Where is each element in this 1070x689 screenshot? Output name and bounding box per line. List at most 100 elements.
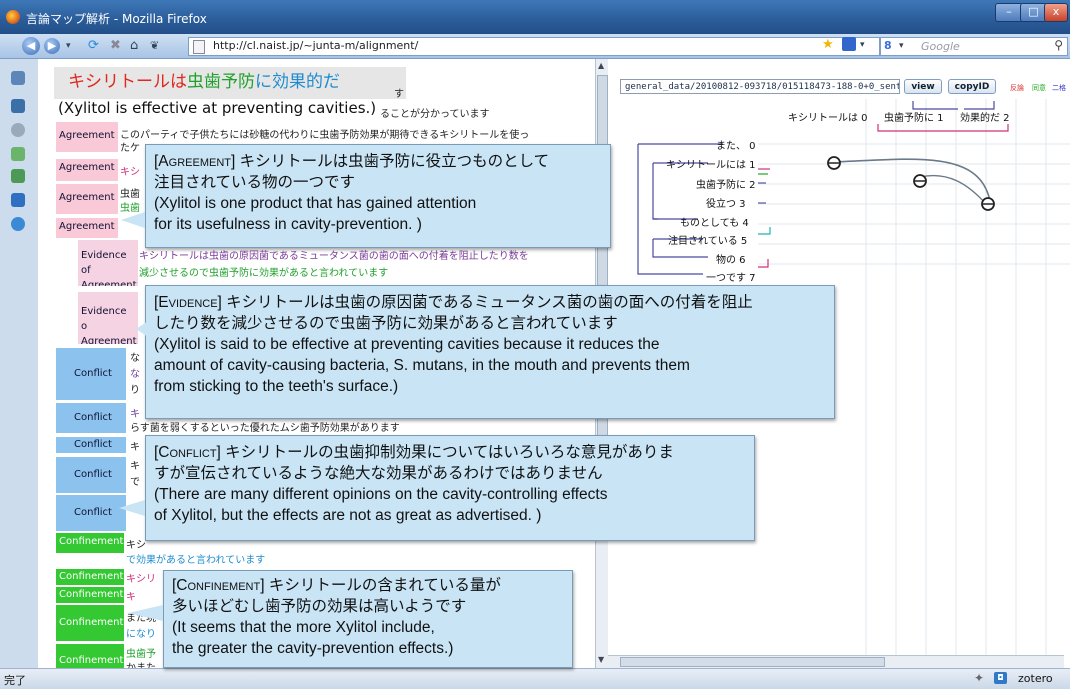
topic-part-subject: キシリトールは bbox=[68, 72, 187, 92]
topic-part-predicate: に効果的だ bbox=[255, 72, 340, 92]
sentence-text: らす菌を弱くするといった優れたムシ歯予防効果があります bbox=[130, 423, 400, 434]
chunk-label: 虫歯予防に 1 bbox=[884, 113, 944, 124]
history-icon[interactable] bbox=[11, 99, 25, 113]
bookmarks-icon[interactable] bbox=[11, 71, 25, 85]
conflict-callout: [Conflict] キシリトールの虫歯抑制効果についてはいろいろな意見がありま… bbox=[145, 435, 755, 541]
google-icon[interactable]: 8 bbox=[884, 39, 892, 52]
page-icon bbox=[193, 40, 205, 54]
clock-icon[interactable] bbox=[11, 123, 25, 137]
callout-pointer bbox=[119, 500, 145, 516]
conflict-label[interactable]: Conflict bbox=[56, 495, 126, 531]
engine-dropdown-icon[interactable]: ▾ bbox=[899, 41, 904, 51]
sentence-text: 虫歯予 bbox=[126, 649, 156, 660]
info-icon[interactable] bbox=[11, 217, 25, 231]
scroll-up-icon[interactable]: ▲ bbox=[598, 61, 604, 70]
maximize-button[interactable]: □ bbox=[1020, 3, 1047, 22]
search-icon[interactable]: ⚲ bbox=[1054, 38, 1063, 52]
addon-status-icon[interactable]: ✦ bbox=[974, 671, 984, 685]
url-bar[interactable]: http://cl.naist.jp/~junta-m/alignment/ bbox=[188, 37, 880, 56]
sentence-text: キ bbox=[126, 592, 136, 603]
agreement-label[interactable]: Agreement bbox=[56, 184, 118, 214]
chunk-label: 効果的だ 2 bbox=[960, 113, 1010, 124]
navigation-toolbar: ◀ ▶ ▾ ⟳ ✖ ⌂ ❦ http://cl.naist.jp/~junta-… bbox=[0, 34, 1070, 59]
status-text: 完了 bbox=[4, 674, 26, 687]
horizontal-scrollbar[interactable] bbox=[608, 655, 1064, 669]
topic-title: キシリトールは虫歯予防に効果的だ bbox=[54, 67, 406, 99]
stop-icon[interactable]: ✖ bbox=[110, 38, 121, 53]
callout-text: for its usefulness in cavity-prevention.… bbox=[154, 216, 422, 233]
evidence-label[interactable]: Evidence of Agreement bbox=[78, 240, 138, 286]
forward-arrow-icon[interactable]: ▶ bbox=[44, 38, 60, 54]
chunk-label: ものとしても 4 bbox=[680, 218, 749, 229]
callout-tag: [Agreement] bbox=[154, 153, 236, 170]
callout-text: of Xylitol, but the effects are not as g… bbox=[154, 507, 542, 524]
list-item: す bbox=[394, 89, 404, 100]
chunk-label: 注目されている 5 bbox=[668, 236, 748, 247]
zotero-button[interactable]: zotero bbox=[1018, 672, 1053, 685]
confinement-label[interactable]: Confinement bbox=[56, 644, 124, 668]
sentence-text: キシリトールは虫歯の原因菌であるミュータンス菌の歯の面への付着を阻止したり数を bbox=[139, 251, 529, 262]
tools-icon[interactable] bbox=[11, 193, 25, 207]
sentence-text: キ bbox=[130, 442, 140, 453]
feed-dropdown-icon[interactable]: ▾ bbox=[860, 40, 865, 50]
callout-text: 注目されている物の一つです bbox=[154, 174, 356, 191]
callout-text: the greater the cavity-prevention effect… bbox=[172, 640, 454, 657]
history-dropdown-icon[interactable]: ▾ bbox=[66, 41, 71, 51]
sentence-text: になり bbox=[126, 629, 156, 640]
list-item: このパーティで子供たちには砂糖の代わりに虫歯予防効果が期待できるキシリトールを使… bbox=[120, 130, 530, 141]
callout-pointer bbox=[121, 212, 145, 228]
feed-icon[interactable] bbox=[842, 37, 856, 51]
confinement-label[interactable]: Confinement bbox=[56, 605, 124, 641]
callout-text: すが宣伝されているような絶大な効果があるわけではありません bbox=[154, 465, 603, 482]
callout-text: (Xylitol is said to be effective at prev… bbox=[154, 336, 660, 353]
topic-translation: (Xylitol is effective at preventing cavi… bbox=[58, 99, 377, 117]
callout-text: amount of cavity-causing bacteria, S. mu… bbox=[154, 357, 690, 374]
sentence-text: キシ bbox=[126, 540, 146, 551]
back-arrow-icon[interactable]: ◀ bbox=[22, 37, 40, 55]
callout-text: したり数を減少させるので虫歯予防に効果があると言われています bbox=[154, 315, 618, 332]
addon-icon[interactable]: ❦ bbox=[150, 39, 159, 52]
callout-text: キシリトールは虫歯の原因菌であるミュータンス菌の歯の面への付着を阻止 bbox=[221, 294, 753, 311]
home-icon[interactable]: ⌂ bbox=[130, 38, 138, 53]
list-item: ることが分かっています bbox=[380, 109, 490, 120]
sentence-text: 減少させるので虫歯予防に効果があると言われています bbox=[139, 268, 389, 279]
download-icon[interactable] bbox=[11, 147, 25, 161]
evidence-label[interactable]: Evidence o Agreement bbox=[78, 292, 138, 344]
sentence-text: り bbox=[130, 385, 140, 396]
status-bar: 完了 ✦ ◘ zotero bbox=[0, 668, 1070, 689]
bookmark-star-icon[interactable]: ★ bbox=[822, 37, 834, 52]
callout-tag: [Conflict] bbox=[154, 444, 221, 461]
callout-tag: [Confinement] bbox=[172, 577, 265, 594]
callout-text: (It seems that the more Xylitol include, bbox=[172, 619, 435, 636]
conflict-label[interactable]: Conflict bbox=[56, 348, 126, 400]
close-button[interactable]: x bbox=[1044, 3, 1068, 22]
sidebar bbox=[0, 59, 39, 668]
search-box[interactable]: 8 ▾ Google ⚲ bbox=[880, 37, 1068, 56]
sync-icon[interactable]: ◘ bbox=[994, 672, 1007, 684]
agreement-callout: [Agreement] キシリトールは虫歯予防に役立つものとして 注目されている… bbox=[145, 144, 611, 248]
sentence-text: キ bbox=[130, 461, 140, 472]
callout-pointer bbox=[128, 605, 163, 621]
confinement-label[interactable]: Confinement bbox=[56, 533, 124, 553]
confinement-label[interactable]: Confinement bbox=[56, 569, 124, 585]
agreement-label[interactable]: Agreement bbox=[56, 159, 118, 181]
sentence-text: キシ bbox=[120, 167, 140, 178]
confinement-label[interactable]: Confinement bbox=[56, 587, 124, 603]
scroll-down-icon[interactable]: ▼ bbox=[598, 655, 604, 664]
url-text: http://cl.naist.jp/~junta-m/alignment/ bbox=[213, 39, 419, 52]
agreement-label[interactable]: Agreement bbox=[56, 122, 118, 152]
callout-text: (Xylitol is one product that has gained … bbox=[154, 195, 477, 212]
sentence-text: キ bbox=[130, 409, 140, 420]
agreement-label[interactable]: Agreement bbox=[56, 218, 118, 238]
callout-tag: [Evidence] bbox=[154, 294, 222, 311]
addons-icon[interactable] bbox=[11, 169, 25, 183]
conflict-label[interactable]: Conflict bbox=[56, 437, 126, 453]
sentence-text: キシリ bbox=[126, 574, 156, 585]
firefox-icon bbox=[6, 10, 20, 24]
conflict-label[interactable]: Conflict bbox=[56, 403, 126, 433]
scrollbar-thumb[interactable] bbox=[620, 657, 885, 667]
minimize-button[interactable]: – bbox=[995, 3, 1023, 22]
callout-pointer bbox=[136, 321, 148, 337]
reload-icon[interactable]: ⟳ bbox=[88, 38, 99, 53]
conflict-label[interactable]: Conflict bbox=[56, 457, 126, 493]
